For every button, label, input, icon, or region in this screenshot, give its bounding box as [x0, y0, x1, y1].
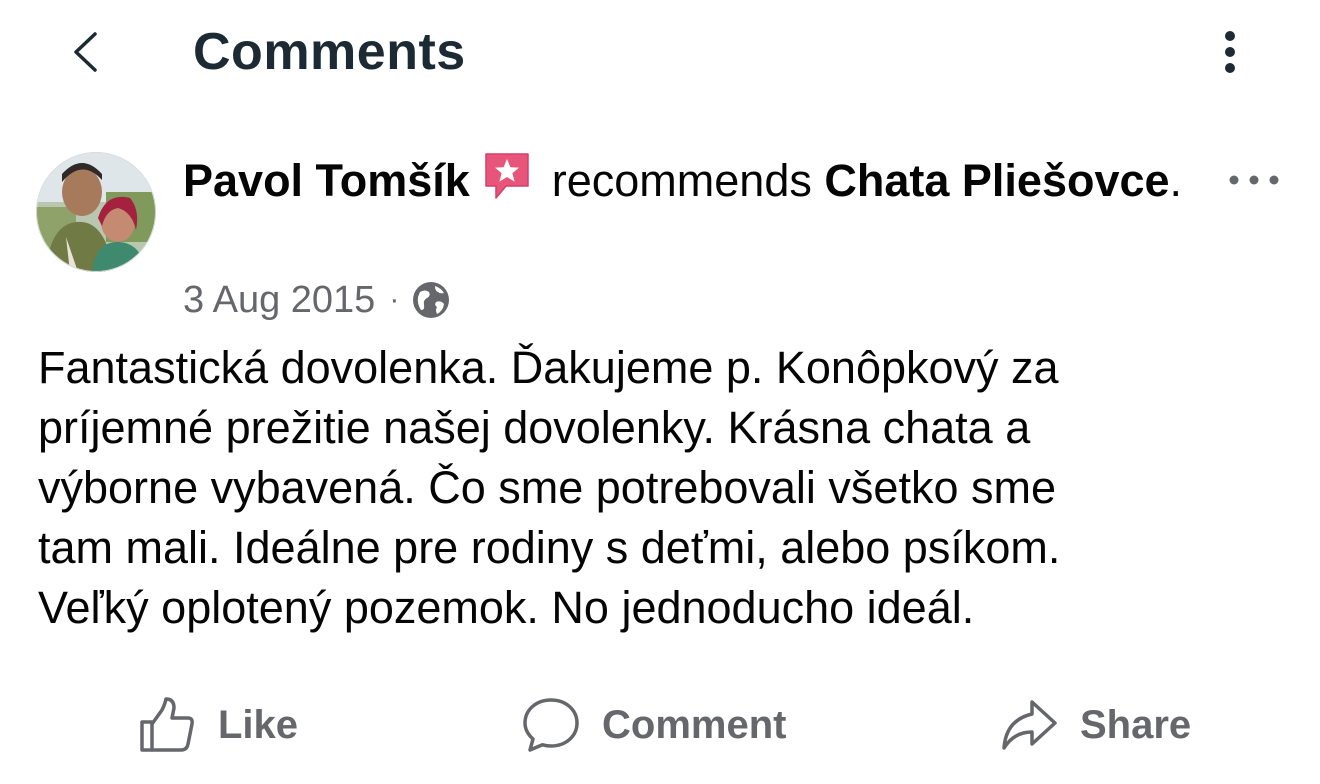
- share-button[interactable]: Share: [1000, 690, 1191, 760]
- post-date[interactable]: 3 Aug 2015: [183, 276, 375, 324]
- back-button[interactable]: [62, 26, 112, 76]
- vertical-ellipsis-icon: [1225, 31, 1235, 73]
- horizontal-ellipsis-icon: [1229, 175, 1279, 185]
- page-title: Comments: [193, 23, 466, 81]
- recommend-star-icon: [485, 153, 529, 199]
- action-bar: Like Comment Share: [0, 690, 1320, 760]
- speech-bubble-icon: [523, 698, 579, 752]
- globe-icon: [413, 282, 450, 318]
- post-options-button[interactable]: [1226, 168, 1282, 192]
- top-bar: Comments: [0, 0, 1320, 110]
- recommends-text: recommends: [551, 155, 812, 206]
- comment-label: Comment: [602, 702, 787, 747]
- headline-period: .: [1169, 155, 1183, 206]
- recommend-badge: [482, 150, 532, 202]
- privacy-indicator: [411, 280, 451, 320]
- post-header: Pavol Tomšík recommends Chata Pliešovce.…: [0, 140, 1320, 330]
- post-headline: Pavol Tomšík recommends Chata Pliešovce.: [183, 150, 1183, 211]
- thumbs-up-icon: [140, 697, 194, 752]
- share-label: Share: [1080, 702, 1192, 747]
- like-button[interactable]: Like: [138, 690, 298, 760]
- like-label: Like: [218, 702, 299, 747]
- meta-separator: ·: [389, 283, 400, 316]
- post-body: Fantastická dovolenka. Ďakujeme p. Konôp…: [38, 342, 1061, 633]
- comment-button[interactable]: Comment: [522, 690, 786, 760]
- page-name[interactable]: Chata Pliešovce: [824, 155, 1169, 206]
- author-name[interactable]: Pavol Tomšík: [183, 155, 470, 206]
- avatar[interactable]: [36, 152, 156, 272]
- share-arrow-icon: [1002, 700, 1057, 750]
- avatar-photo: [36, 152, 156, 272]
- chevron-left-icon: [74, 32, 97, 72]
- header-menu-button[interactable]: [1208, 26, 1252, 78]
- post-meta: 3 Aug 2015 ·: [183, 276, 451, 324]
